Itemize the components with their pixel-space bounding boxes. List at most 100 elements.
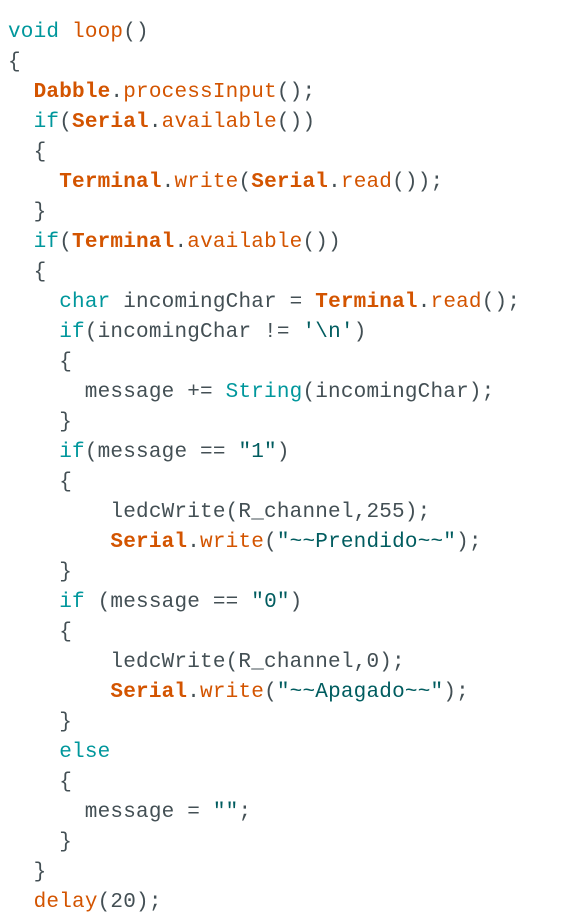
code-line: message += String(incomingChar);	[8, 378, 520, 408]
code-token: .	[148, 111, 162, 134]
code-line: Serial.write("~~Apagado~~");	[8, 678, 520, 708]
code-line: {	[8, 768, 520, 798]
code-token: }	[8, 711, 73, 734]
code-token: ();	[481, 291, 521, 314]
code-token: Dabble	[33, 81, 111, 104]
code-line: Serial.write("~~Prendido~~");	[8, 528, 520, 558]
code-line: {	[8, 138, 520, 168]
code-line: void loop()	[8, 18, 520, 48]
code-token: (message ==	[84, 441, 239, 464]
code-line: Terminal.write(Serial.read());	[8, 168, 520, 198]
code-token: )	[276, 441, 290, 464]
code-token: (message ==	[84, 591, 252, 614]
code-token: else	[59, 741, 111, 764]
code-token: (	[59, 231, 73, 254]
code-token: }	[8, 861, 47, 884]
code-line: {	[8, 348, 520, 378]
code-line: message = "";	[8, 798, 520, 828]
code-token: ())	[276, 111, 316, 134]
code-token: delay	[33, 891, 98, 914]
code-line: }	[8, 408, 520, 438]
code-line: else	[8, 738, 520, 768]
code-token: );	[456, 531, 482, 554]
code-token: (incomingChar !=	[84, 321, 303, 344]
code-token: (	[238, 171, 252, 194]
code-line: {	[8, 258, 520, 288]
code-token: if	[33, 111, 60, 134]
code-token: ledcWrite(R_channel,0);	[8, 651, 405, 674]
code-line: {	[8, 618, 520, 648]
code-token: .	[187, 531, 201, 554]
code-token: ;	[238, 801, 252, 824]
code-token: "0"	[251, 591, 290, 614]
code-token: write	[174, 171, 239, 194]
code-token: {	[8, 621, 73, 644]
code-token: }	[8, 201, 47, 224]
code-line: {	[8, 48, 520, 78]
code-token: '\n'	[302, 321, 354, 344]
code-token: }	[8, 831, 73, 854]
code-token: .	[328, 171, 341, 194]
code-token: ()	[123, 21, 149, 44]
code-line: }	[8, 708, 520, 738]
code-line: ledcWrite(R_channel,255);	[8, 498, 520, 528]
code-line: }	[8, 198, 520, 228]
code-token: loop	[72, 21, 124, 44]
code-token: void	[8, 21, 60, 44]
code-token: char	[59, 291, 111, 314]
code-line: Dabble.processInput();	[8, 78, 520, 108]
code-token: (	[264, 531, 277, 554]
code-token: ());	[392, 171, 444, 194]
code-line: ledcWrite(R_channel,0);	[8, 648, 520, 678]
code-token: }	[8, 411, 73, 434]
code-token: .	[110, 81, 124, 104]
code-line: if(message == "1")	[8, 438, 520, 468]
code-token: {	[8, 261, 47, 284]
code-token: ""	[212, 801, 239, 824]
code-line: if(Serial.available())	[8, 108, 520, 138]
code-token: {	[8, 51, 21, 74]
code-token: if	[33, 231, 60, 254]
code-token: .	[161, 171, 175, 194]
code-token: Serial	[251, 171, 329, 194]
code-token: Terminal	[315, 291, 418, 314]
code-token: available	[161, 111, 277, 134]
code-token: incomingChar =	[110, 291, 316, 314]
code-token: if	[59, 441, 85, 464]
code-token: {	[8, 771, 73, 794]
code-token: message +=	[8, 381, 226, 404]
code-token: .	[187, 681, 201, 704]
code-token: {	[8, 471, 73, 494]
code-line: {	[8, 468, 520, 498]
code-line: }	[8, 558, 520, 588]
code-token: Serial	[72, 111, 149, 134]
code-line: }	[8, 828, 520, 858]
code-line: }	[8, 858, 520, 888]
code-line: char incomingChar = Terminal.read();	[8, 288, 520, 318]
code-token: Terminal	[59, 171, 162, 194]
code-line: delay(20);	[8, 888, 520, 918]
code-token: Serial	[110, 531, 188, 554]
code-token: ();	[276, 81, 316, 104]
code-listing: void loop(){ Dabble.processInput(); if(S…	[8, 18, 520, 918]
code-token: "~~Apagado~~"	[276, 681, 444, 704]
code-token: if	[59, 591, 85, 614]
code-token: )	[289, 591, 303, 614]
code-token: );	[443, 681, 469, 704]
code-token: Terminal	[72, 231, 175, 254]
code-line: if(incomingChar != '\n')	[8, 318, 520, 348]
code-token: Serial	[110, 681, 188, 704]
code-token: ())	[302, 231, 341, 254]
code-token: read	[340, 171, 393, 194]
code-token: (incomingChar);	[302, 381, 495, 404]
